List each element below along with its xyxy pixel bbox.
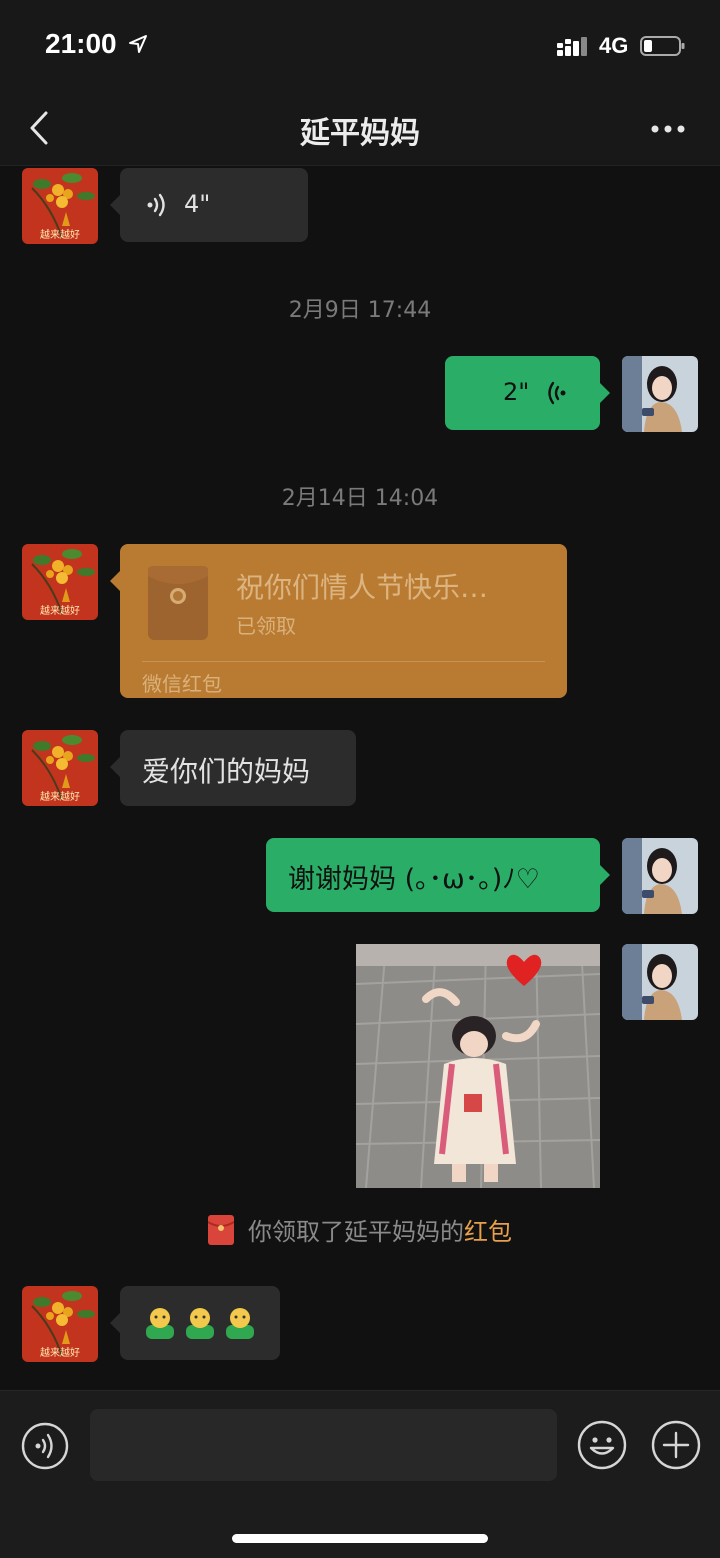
- voice-duration: 4": [184, 190, 211, 218]
- message-input[interactable]: [90, 1409, 557, 1481]
- avatar-caption: 越来越好: [40, 790, 80, 803]
- bubble-tail: [110, 1312, 121, 1334]
- contact-avatar[interactable]: 越来越好: [22, 168, 98, 244]
- red-packet-divider: [142, 661, 545, 662]
- emoji-icon[interactable]: [576, 1419, 628, 1471]
- voice-message-bubble-outgoing[interactable]: 2": [445, 356, 610, 430]
- bubble-tail: [110, 194, 121, 216]
- avatar-caption: 越来越好: [40, 604, 80, 617]
- person-emoji-icon: [226, 1308, 254, 1339]
- red-packet-link[interactable]: 红包: [464, 1218, 512, 1246]
- text-message-bubble-outgoing[interactable]: 谢谢妈妈 (｡･ω･｡)ﾉ♡: [266, 838, 610, 912]
- voice-duration: 2": [503, 378, 530, 406]
- person-emoji-icon: [146, 1308, 174, 1339]
- red-packet-footer: 微信红包: [142, 672, 222, 696]
- red-packet-status: 已领取: [236, 614, 296, 638]
- my-avatar[interactable]: [622, 356, 698, 432]
- system-note: 你领取了延平妈妈的红包: [0, 1212, 720, 1248]
- more-dots-icon[interactable]: [648, 114, 688, 144]
- bubble-tail: [599, 864, 610, 886]
- red-packet-title: 祝你们情人节快乐…: [236, 571, 489, 604]
- home-indicator[interactable]: [232, 1534, 488, 1543]
- timestamp: 2月14日 14:04: [281, 486, 439, 511]
- timestamp: 2月9日 17:44: [288, 298, 432, 323]
- red-packet-bubble[interactable]: 祝你们情人节快乐… 已领取 微信红包: [110, 544, 567, 698]
- my-avatar[interactable]: [622, 944, 698, 1020]
- bubble-tail: [110, 570, 121, 592]
- battery-icon: [640, 36, 685, 56]
- contact-avatar[interactable]: 越来越好: [22, 730, 98, 806]
- person-emoji-icon: [186, 1308, 214, 1339]
- photo-message[interactable]: [356, 944, 600, 1188]
- input-bar: [0, 1390, 720, 1558]
- bubble-tail: [110, 756, 121, 778]
- chat-title: 延平妈妈: [300, 116, 420, 151]
- avatar-caption: 越来越好: [40, 1346, 80, 1359]
- system-note-text: 你领取了延平妈妈的: [248, 1218, 464, 1246]
- network-label: 4G: [599, 33, 629, 58]
- emoji-message-bubble[interactable]: [110, 1286, 280, 1360]
- red-envelope-icon: [148, 566, 208, 640]
- status-bar: 21:00 4G: [0, 0, 720, 92]
- text-message-bubble[interactable]: 爱你们的妈妈: [110, 730, 356, 806]
- my-avatar[interactable]: [622, 838, 698, 914]
- message-text: 谢谢妈妈 (｡･ω･｡)ﾉ♡: [288, 864, 540, 895]
- plus-icon[interactable]: [650, 1419, 702, 1471]
- voice-mode-icon[interactable]: [20, 1421, 70, 1471]
- location-arrow-icon: [129, 35, 147, 53]
- contact-avatar[interactable]: 越来越好: [22, 544, 98, 620]
- nav-bar: 延平妈妈: [0, 92, 720, 166]
- message-text: 爱你们的妈妈: [142, 755, 311, 788]
- bubble-tail: [599, 382, 610, 404]
- avatar-caption: 越来越好: [40, 228, 80, 241]
- contact-avatar[interactable]: 越来越好: [22, 1286, 98, 1362]
- status-time: 21:00: [45, 28, 117, 59]
- voice-message-bubble[interactable]: 4": [110, 168, 308, 242]
- voice-wave-icon: [548, 381, 566, 405]
- voice-wave-icon: [147, 193, 165, 217]
- chat-screen: 21:00 4G 延平妈妈 越来越好 4" 2月9日 17:44 2" 2月14…: [0, 0, 720, 1558]
- signal-icon: [557, 37, 587, 56]
- red-envelope-icon: [208, 1215, 234, 1245]
